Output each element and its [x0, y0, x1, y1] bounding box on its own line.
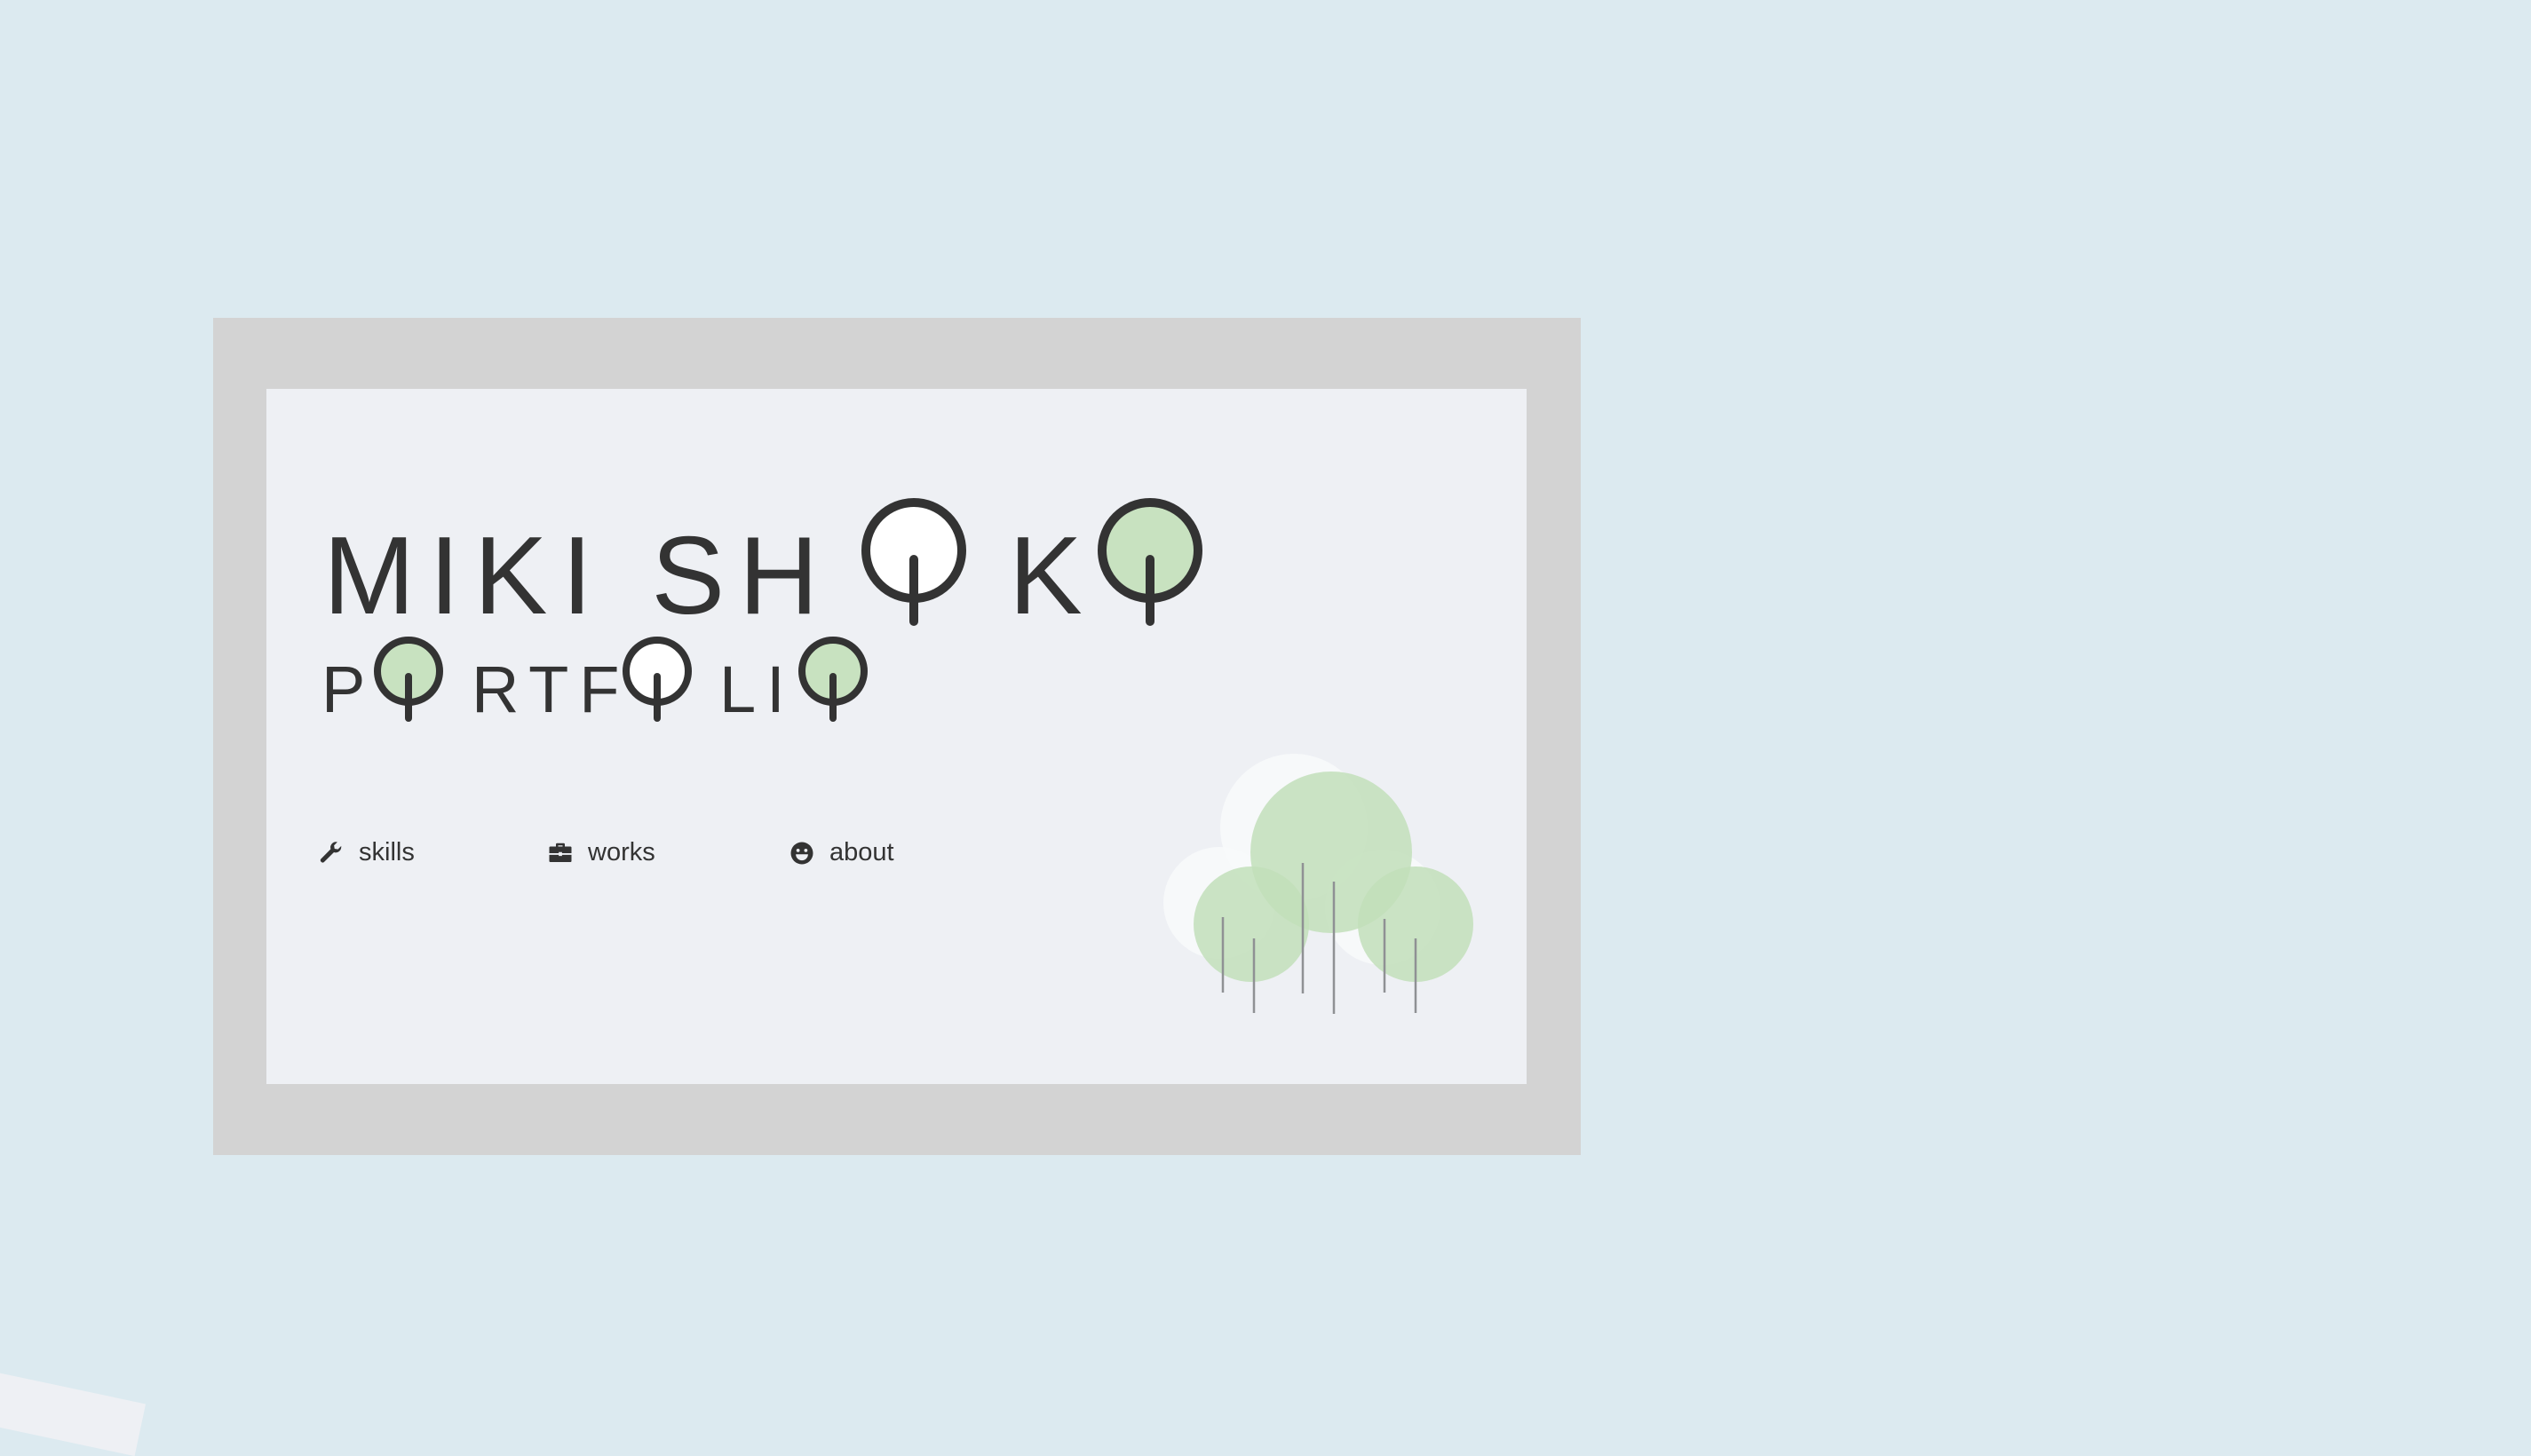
smile-icon — [790, 842, 813, 864]
tree-o-icon — [374, 637, 443, 722]
forest-illustration — [1163, 754, 1473, 1014]
nav-about-label: about — [829, 838, 894, 866]
tree-o-icon — [861, 498, 966, 626]
nav-skills-label: skills — [359, 838, 415, 866]
briefcase-icon — [549, 843, 572, 862]
tree-o-icon — [623, 637, 692, 722]
nav-works[interactable]: works — [547, 838, 655, 867]
tree-o-icon — [1098, 498, 1202, 626]
nav-about[interactable]: about — [789, 838, 894, 867]
nav-skills[interactable]: skills — [318, 838, 415, 867]
nav-works-label: works — [588, 838, 655, 866]
wrench-icon — [320, 841, 342, 862]
logo-tree-letters — [374, 498, 1473, 1014]
tree-o-icon — [798, 637, 868, 722]
